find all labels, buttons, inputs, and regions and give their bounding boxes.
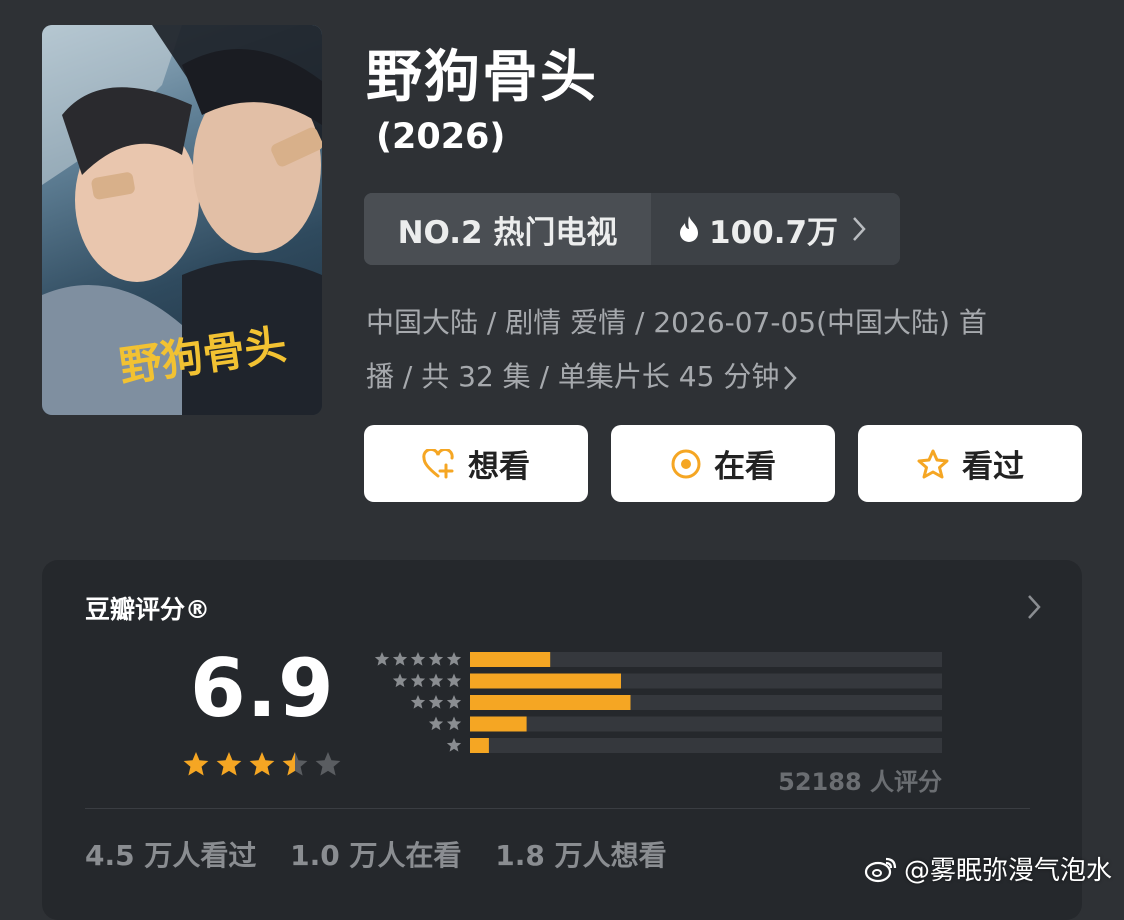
dist-star-icon	[446, 738, 462, 752]
page-title: 野狗骨头	[366, 45, 598, 110]
watched-count: 4.5 万人看过	[85, 839, 257, 872]
dist-star-icon	[392, 652, 408, 666]
watching-label: 在看	[714, 449, 776, 485]
chevron-right-icon[interactable]	[1026, 594, 1042, 620]
chevron-right-icon	[853, 217, 866, 241]
dist-bar-1-star	[470, 738, 489, 753]
rating-star-icon	[315, 752, 341, 776]
chevron-right-icon	[784, 366, 798, 390]
dist-star-icon	[410, 673, 426, 688]
rating-score: 6.9	[190, 642, 335, 735]
poster-artwork: 野狗骨头	[42, 25, 322, 415]
dist-bar-3-star	[470, 695, 631, 710]
fire-icon	[680, 216, 698, 242]
dist-star-icon	[446, 652, 462, 666]
dist-star-icon	[446, 695, 462, 709]
poster-image[interactable]: 野狗骨头	[42, 25, 322, 415]
show-meta-info[interactable]: 中国大陆 / 剧情 爱情 / 2026-07-05(中国大陆) 首 播 / 共 …	[366, 296, 1056, 404]
dist-star-icon	[428, 673, 444, 688]
dist-bar-track	[470, 738, 942, 753]
star-outline-icon	[917, 449, 949, 478]
watermark-text: @雾眠弥漫气泡水	[903, 856, 1112, 886]
watermark: @雾眠弥漫气泡水	[864, 850, 1112, 887]
dist-star-icon	[410, 695, 426, 709]
rating-count: 52188 人评分	[778, 768, 942, 796]
meta-line-1: 中国大陆 / 剧情 爱情 / 2026-07-05(中国大陆) 首	[366, 306, 987, 339]
watched-label: 看过	[962, 449, 1024, 485]
dist-bar-4-star	[470, 673, 621, 689]
dist-star-icon	[428, 695, 444, 709]
heart-plus-icon	[422, 448, 454, 478]
dist-star-icon	[410, 652, 426, 666]
dist-star-icon	[428, 716, 444, 731]
dist-star-icon	[446, 673, 462, 688]
wish-count: 1.8 万人想看	[495, 839, 667, 872]
dist-bar-2-star	[470, 716, 527, 732]
heat-value: 100.7万	[709, 214, 839, 251]
rank-label: NO.2 热门电视	[364, 193, 651, 265]
want-to-watch-button[interactable]: 想看	[364, 425, 588, 502]
dist-bar-5-star	[470, 652, 551, 667]
divider	[85, 808, 1030, 809]
dist-bar-track	[470, 716, 942, 732]
meta-line-2-wrap: 播 / 共 32 集 / 单集片长 45 分钟	[366, 350, 1056, 404]
weibo-logo-icon	[864, 857, 897, 882]
rating-stars	[183, 752, 341, 776]
dist-star-icon	[446, 716, 462, 731]
meta-line-2: 播 / 共 32 集 / 单集片长 45 分钟	[366, 360, 780, 393]
dist-star-icon	[428, 652, 444, 666]
rating-distribution	[374, 652, 942, 753]
dist-star-icon	[392, 673, 408, 688]
watching-button[interactable]: 在看	[611, 425, 835, 502]
rating-star-icon	[249, 752, 275, 776]
want-to-watch-label: 想看	[468, 449, 530, 485]
ranking-pill[interactable]: NO.2 热门电视 100.7万	[364, 193, 900, 265]
heat-section[interactable]: 100.7万	[651, 193, 900, 265]
target-circle-icon	[671, 449, 701, 478]
release-year: (2026)	[376, 117, 506, 157]
watching-count: 1.0 万人在看	[290, 839, 462, 872]
rating-star-icon	[282, 752, 308, 776]
watched-button[interactable]: 看过	[858, 425, 1082, 502]
watch-stats: 4.5 万人看过 1.0 万人在看 1.8 万人想看	[85, 834, 691, 874]
rating-star-icon	[183, 752, 209, 776]
rating-title: 豆瓣评分®	[85, 595, 211, 624]
rating-star-icon	[216, 752, 242, 776]
dist-star-icon	[374, 652, 390, 666]
